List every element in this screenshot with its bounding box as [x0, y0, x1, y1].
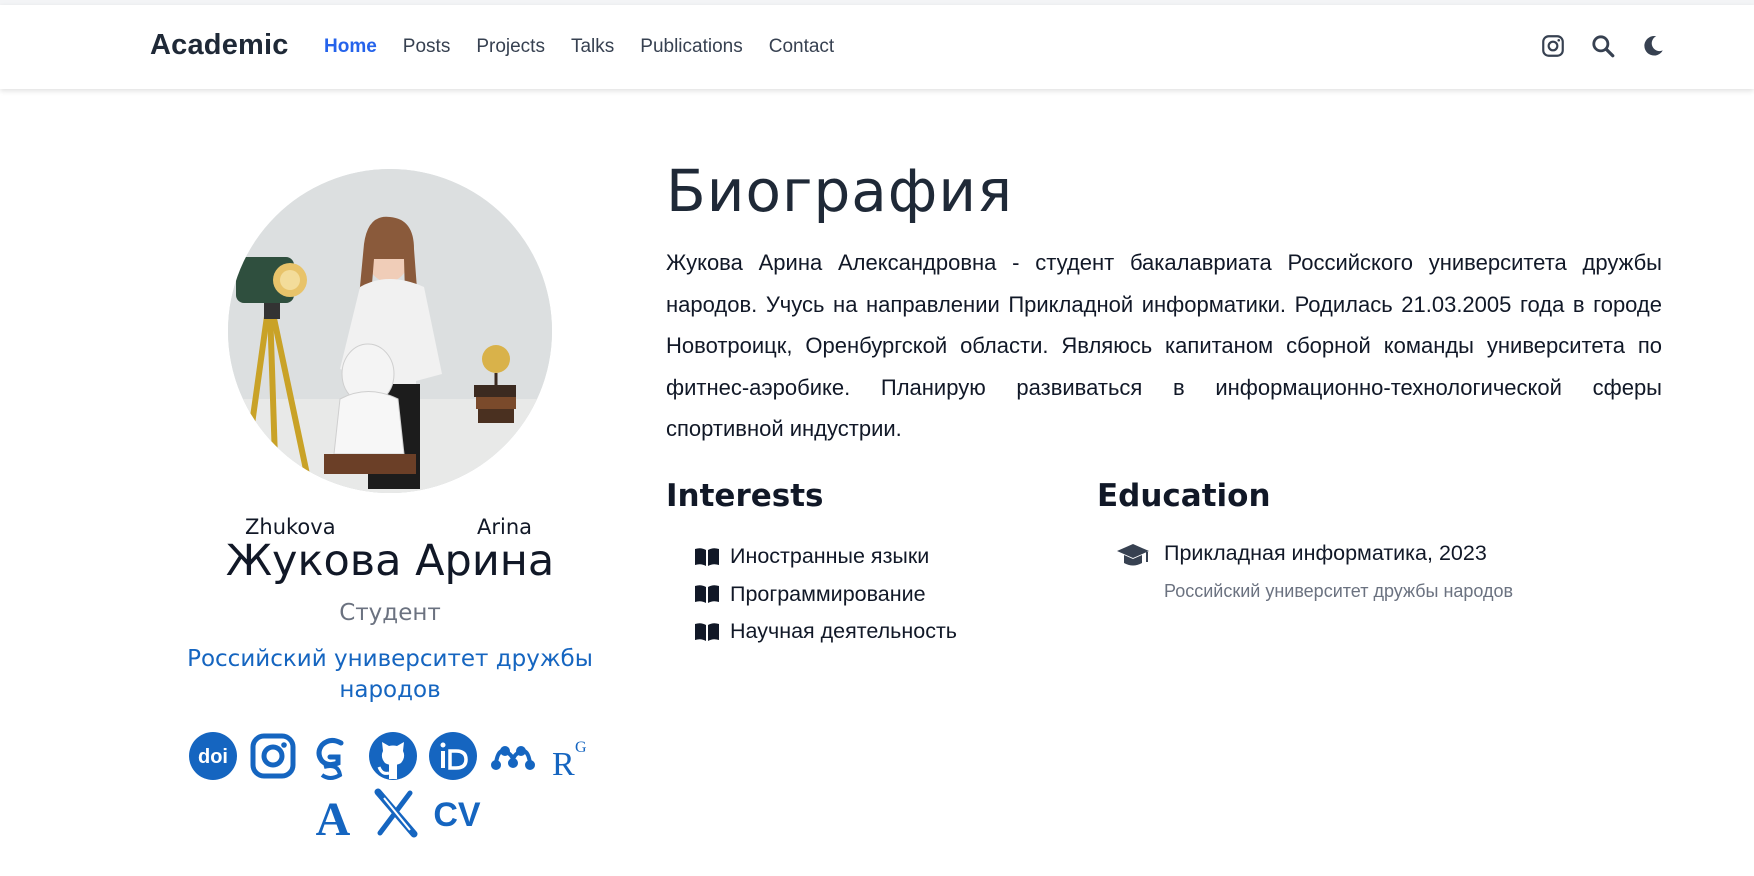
instagram-icon[interactable] — [1540, 33, 1566, 59]
main-nav: Home Posts Projects Talks Publications C… — [324, 36, 834, 58]
mendeley-icon[interactable] — [488, 731, 538, 781]
education-item: Прикладная информатика, 2023 Российский … — [1116, 541, 1513, 602]
book-icon — [695, 585, 719, 604]
interests-title: Interests — [666, 478, 824, 514]
graduation-cap-icon — [1117, 544, 1149, 566]
orcid-icon[interactable] — [428, 731, 478, 781]
biography-text: Жукова Арина Александровна - студент бак… — [666, 250, 1662, 441]
cv-label: CV — [433, 796, 481, 834]
academia-icon[interactable]: A — [308, 788, 358, 838]
github-icon[interactable] — [368, 731, 418, 781]
education-head: Прикладная информатика, 2023 — [1116, 541, 1513, 571]
display-name: Жукова Арина — [225, 536, 555, 586]
academia-letter: A — [316, 793, 351, 838]
nav-posts[interactable]: Posts — [403, 36, 451, 58]
avatar-photo — [228, 169, 552, 493]
role: Студент — [339, 600, 441, 626]
cv-icon[interactable]: CV — [432, 788, 482, 838]
instagram-social-icon[interactable] — [248, 731, 298, 781]
biography-title: Биография — [666, 157, 1013, 225]
interest-item: Программирование — [694, 576, 957, 614]
book-icon — [695, 622, 719, 641]
organization-link[interactable]: Российский университет дружбы народов — [150, 644, 630, 706]
interest-item: Научная деятельность — [694, 613, 957, 651]
education-institution: Российский университет дружбы народов — [1164, 581, 1514, 601]
nav-publications[interactable]: Publications — [640, 36, 742, 58]
search-icon[interactable] — [1590, 33, 1616, 59]
interest-label: Научная деятельность — [730, 619, 958, 644]
education-title: Education — [1097, 478, 1271, 514]
interest-item: Иностранные языки — [694, 538, 957, 576]
navbar: Academic Home Posts Projects Talks Publi… — [0, 5, 1754, 89]
moon-icon[interactable] — [1640, 33, 1666, 59]
book-icon — [695, 547, 719, 566]
arxiv-icon[interactable] — [370, 788, 420, 838]
social-links-row-2: A CV — [308, 788, 482, 838]
researchgate-icon[interactable]: R G — [548, 731, 598, 781]
interest-label: Иностранные языки — [730, 544, 930, 569]
doi-label: doi — [198, 746, 228, 768]
researchgate-r: R — [552, 746, 575, 781]
nav-projects[interactable]: Projects — [476, 36, 545, 58]
nav-home[interactable]: Home — [324, 36, 377, 58]
avatar — [228, 169, 552, 493]
nav-icons — [1540, 33, 1666, 59]
social-links-row-1: doi R G — [188, 731, 598, 781]
nav-contact[interactable]: Contact — [769, 36, 834, 58]
google-scholar-icon[interactable] — [308, 731, 358, 781]
researchgate-g: G — [575, 739, 587, 756]
interests-list: Иностранные языки Программирование Научн… — [694, 538, 957, 651]
education-course: Прикладная информатика, 2023 — [1164, 541, 1487, 565]
site-brand[interactable]: Academic — [150, 29, 289, 62]
nav-talks[interactable]: Talks — [571, 36, 614, 58]
doi-icon[interactable]: doi — [188, 731, 238, 781]
interest-label: Программирование — [730, 581, 926, 606]
